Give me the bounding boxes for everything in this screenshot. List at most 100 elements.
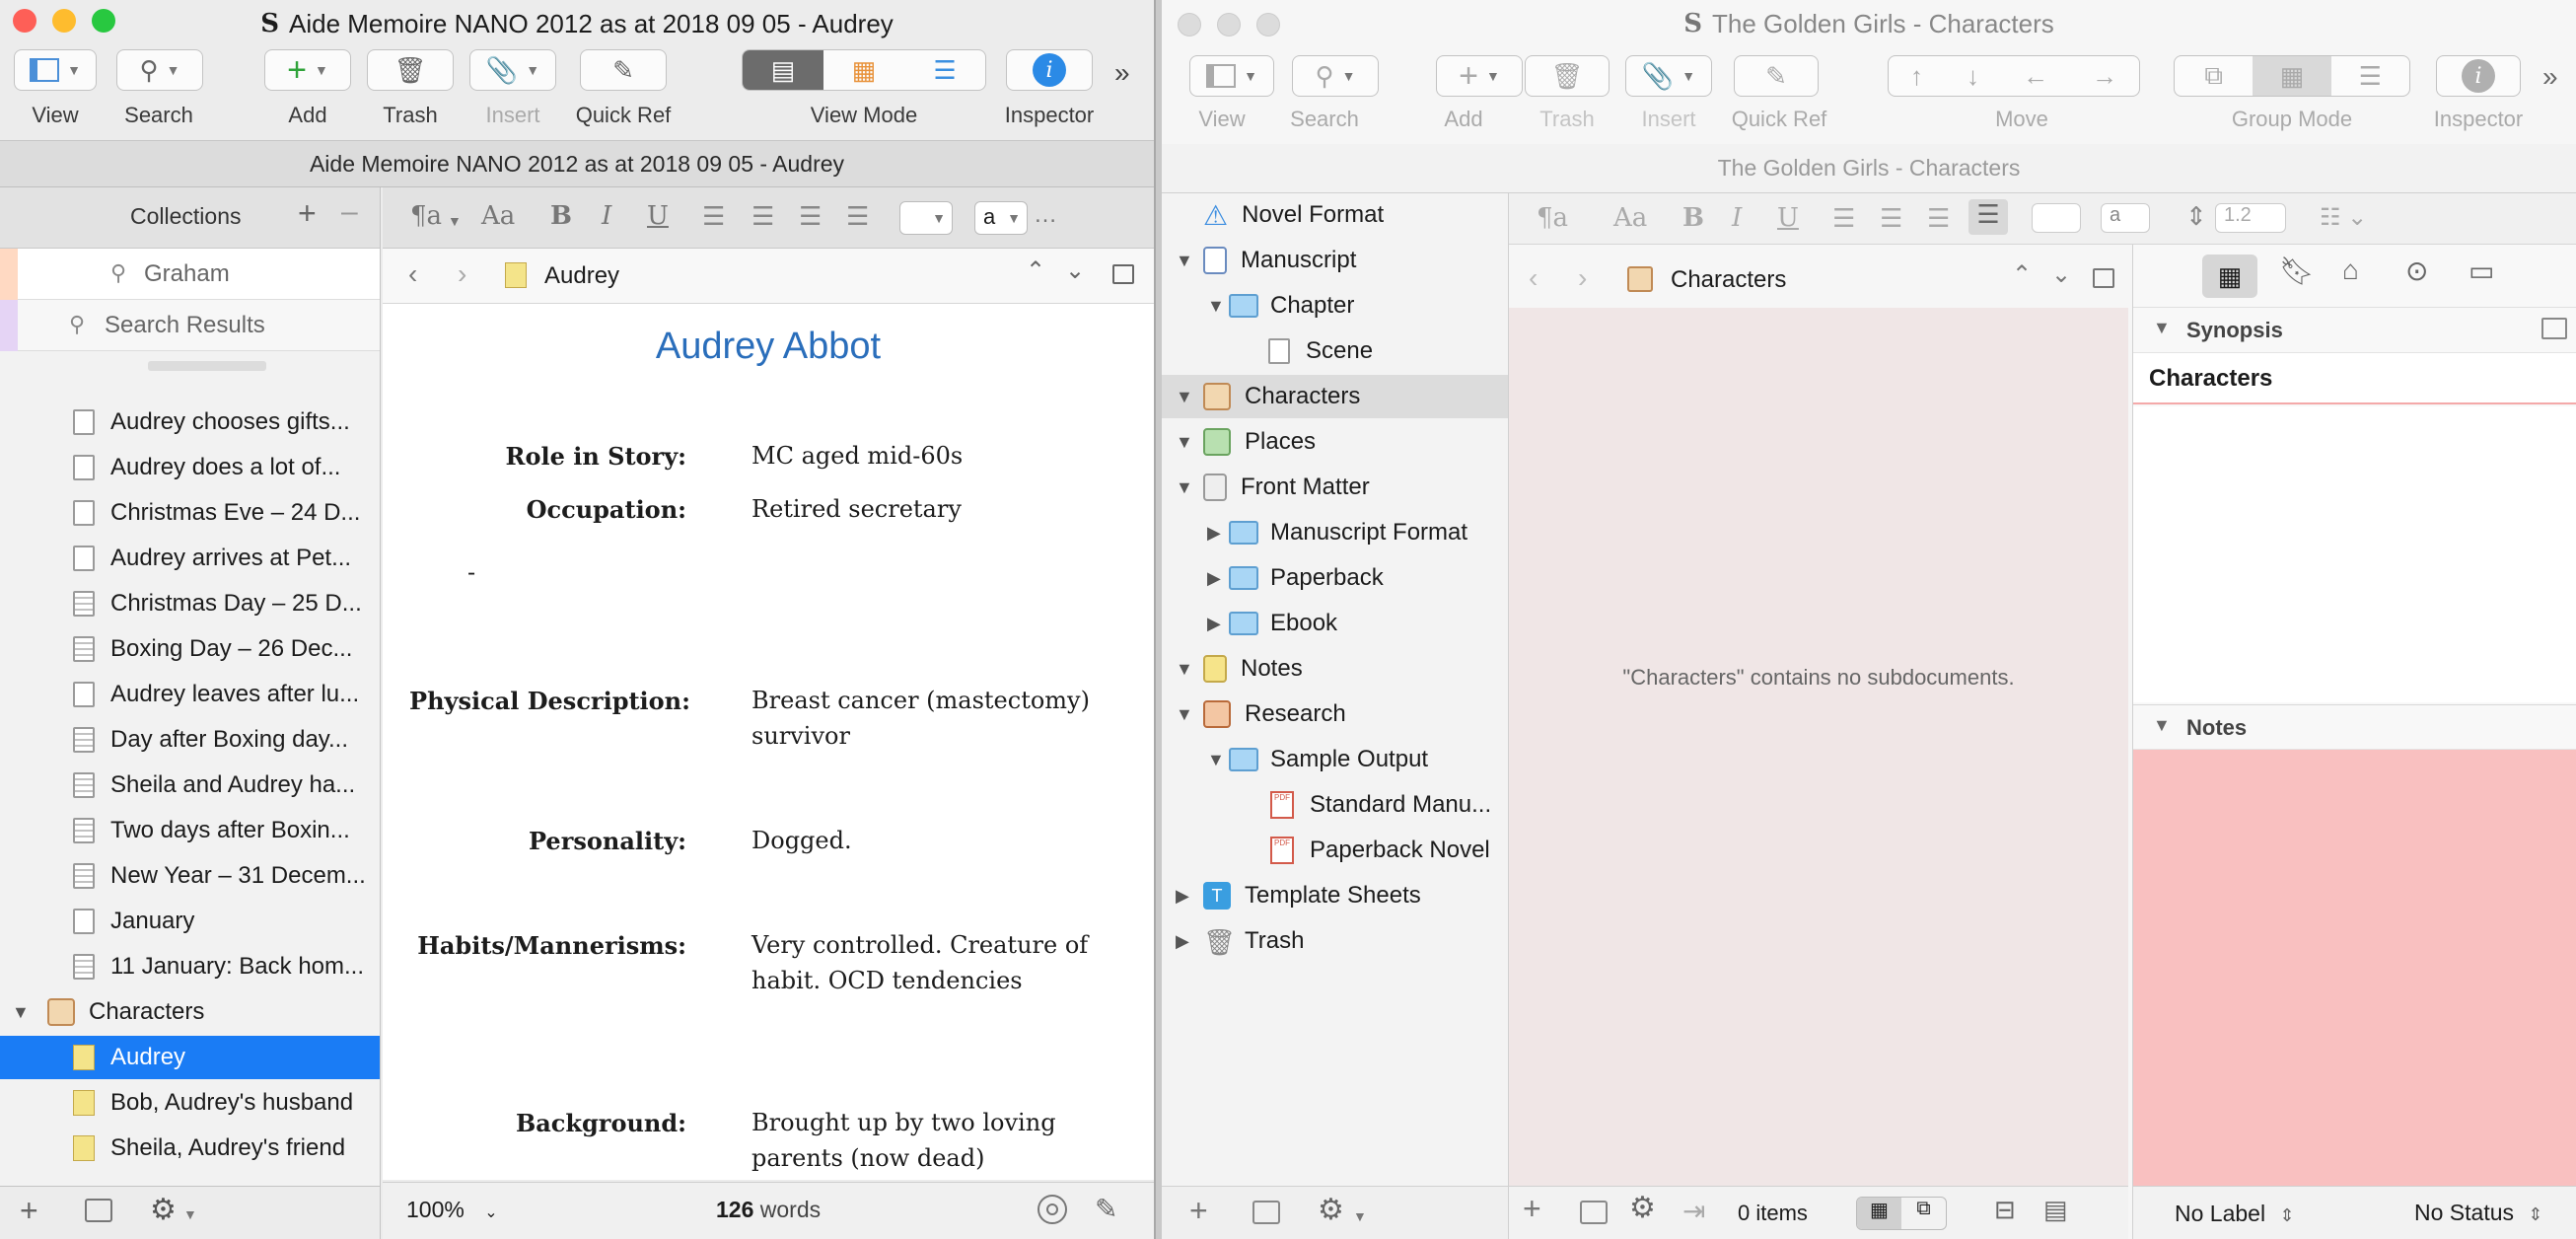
snapshot-camera-icon[interactable]: ⊙ — [2405, 255, 2428, 287]
binder-row[interactable]: New Year – 31 Decem... — [73, 854, 366, 898]
move-down-icon[interactable]: ↓ — [1967, 61, 1979, 92]
notes-header[interactable]: ▼ Notes — [2133, 704, 2576, 750]
add-collection-icon[interactable]: + — [298, 195, 317, 232]
card-grid-icon[interactable]: ▤ — [2043, 1195, 2068, 1225]
remove-collection-icon[interactable]: – — [341, 195, 358, 229]
comments-icon[interactable]: ▭ — [2469, 255, 2494, 287]
forward-arrow-icon[interactable]: › — [1578, 262, 1587, 294]
label-tag-icon[interactable]: ⌂ — [2342, 255, 2359, 286]
view-mode-segmented[interactable]: ▤ ▦ ☰ — [742, 49, 986, 91]
previous-doc-icon[interactable]: ⌃ — [1026, 256, 1045, 285]
move-out-icon[interactable]: ⇥ — [1682, 1195, 1705, 1227]
disclosure-closed-icon[interactable]: ▶ — [1176, 886, 1197, 907]
text-color-select[interactable]: ▼ — [899, 201, 953, 235]
view-button[interactable]: ▼ — [14, 49, 97, 91]
scrivenings-mode-icon[interactable]: ⧉ — [2175, 56, 2253, 96]
binder-row[interactable]: Sheila and Audrey ha... — [73, 764, 355, 807]
disclosure-closed-icon[interactable]: ▶ — [1207, 614, 1229, 634]
binder-row[interactable]: PDF Standard Manu... — [1270, 783, 1491, 827]
fonts-button[interactable]: Aa — [1613, 203, 1647, 233]
align-justify-icon[interactable]: ☰ — [1968, 199, 2008, 235]
add-item-icon[interactable]: + — [20, 1193, 38, 1229]
binder-row[interactable]: Audrey chooses gifts... — [73, 401, 350, 444]
binder-row[interactable]: ▶ Paperback — [1207, 556, 1384, 600]
bold-button[interactable]: B — [550, 201, 572, 231]
add-folder-icon[interactable] — [1252, 1201, 1280, 1224]
image-icon[interactable] — [2541, 318, 2567, 339]
list-icon[interactable]: ☷ ⌄ — [2320, 203, 2367, 232]
minimize-button[interactable] — [1217, 13, 1241, 36]
gear-icon[interactable]: ⚙ — [1629, 1191, 1656, 1225]
scrivenings-mode-icon[interactable]: ▤ — [743, 50, 823, 90]
add-button[interactable]: + ▼ — [1436, 55, 1523, 97]
binder-row[interactable]: ▼ Front Matter — [1176, 466, 1370, 509]
underline-button[interactable]: U — [1777, 203, 1799, 233]
align-center-icon[interactable]: ☰ — [751, 201, 774, 232]
italic-button[interactable]: I — [602, 201, 611, 231]
binder-row[interactable]: ▶ T Template Sheets — [1176, 874, 1421, 917]
binder-row[interactable]: Boxing Day – 26 Dec... — [73, 627, 352, 671]
outliner-mode-icon[interactable]: ☰ — [904, 50, 985, 90]
underline-button[interactable]: U — [647, 201, 669, 231]
binder-row[interactable]: Audrey does a lot of... — [73, 446, 340, 489]
disclosure-open-icon[interactable]: ▼ — [1176, 477, 1197, 498]
align-right-icon[interactable]: ☰ — [799, 201, 822, 232]
align-right-icon[interactable]: ☰ — [1927, 203, 1950, 234]
move-up-icon[interactable]: ↑ — [1910, 61, 1923, 92]
gear-icon[interactable]: ⚙ — [1318, 1193, 1344, 1227]
binder-row[interactable]: Christmas Eve – 24 D... — [73, 491, 360, 535]
disclosure-closed-icon[interactable]: ▶ — [1207, 568, 1229, 589]
disclosure-open-icon[interactable]: ▼ — [1176, 704, 1197, 725]
binder-row[interactable]: Audrey arrives at Pet... — [73, 537, 351, 580]
bookmark-icon[interactable]: 🔖︎ — [2279, 255, 2315, 287]
text-color-select[interactable] — [2032, 203, 2081, 233]
binder-row[interactable]: ▶ 🗑 Trash — [1176, 919, 1304, 963]
disclosure-closed-icon[interactable]: ▶ — [1176, 931, 1197, 952]
group-mode-segmented[interactable]: ⧉ ▦ ☰ — [2174, 55, 2410, 97]
add-folder-icon[interactable] — [85, 1199, 112, 1222]
search-button[interactable]: ⚲ ▼ — [116, 49, 203, 91]
collection-tab-search-results[interactable]: ⚲ Search Results — [0, 300, 380, 351]
binder-row[interactable]: 11 January: Back hom... — [73, 945, 364, 988]
add-folder-icon[interactable] — [1580, 1201, 1608, 1224]
trash-button[interactable]: 🗑 — [1525, 55, 1610, 97]
binder-row[interactable]: ⚠ Novel Format — [1203, 193, 1384, 237]
disclosure-closed-icon[interactable]: ▶ — [1207, 523, 1229, 544]
toolbar-overflow-icon[interactable]: » — [2542, 61, 2558, 93]
more-format-icon[interactable]: … — [1034, 201, 1057, 229]
binder-row[interactable]: PDF Paperback Novel — [1270, 829, 1490, 872]
disclosure-open-icon[interactable]: ▼ — [1176, 432, 1197, 453]
bold-button[interactable]: B — [1682, 203, 1704, 233]
zoom-button[interactable] — [1256, 13, 1280, 36]
disclosure-open-icon[interactable]: ▼ — [1176, 251, 1197, 271]
quick-ref-button[interactable]: ✎ — [580, 49, 667, 91]
align-left-icon[interactable]: ☰ — [702, 201, 725, 232]
align-left-icon[interactable]: ☰ — [1832, 203, 1855, 234]
previous-doc-icon[interactable]: ⌃ — [2012, 260, 2032, 289]
binder-row[interactable]: ▶ Ebook — [1207, 602, 1337, 645]
binder-row[interactable]: Audrey leaves after lu... — [73, 673, 359, 716]
back-arrow-icon[interactable]: ‹ — [1529, 262, 1538, 294]
insert-button[interactable]: 📎 ▼ — [1625, 55, 1712, 97]
back-arrow-icon[interactable]: ‹ — [408, 258, 417, 290]
synopsis-header[interactable]: ▼ Synopsis — [2133, 308, 2576, 353]
insert-button[interactable]: 📎 ▼ — [469, 49, 556, 91]
editor-text[interactable]: Audrey Abbot Role in Story: MC aged mid-… — [383, 304, 1154, 1180]
corkboard-mode-icon[interactable]: ▦ — [823, 50, 904, 90]
italic-button[interactable]: I — [1732, 203, 1742, 233]
minimize-button[interactable] — [52, 9, 76, 33]
close-button[interactable] — [13, 9, 36, 33]
zoom-select[interactable]: 100% ⌄ — [406, 1197, 498, 1223]
line-spacing-stepper[interactable]: 1.2 — [2215, 203, 2286, 233]
split-editor-icon[interactable] — [2093, 268, 2114, 288]
next-doc-icon[interactable]: ⌄ — [2051, 260, 2071, 289]
notes-tab-icon[interactable]: ▦ — [2202, 255, 2257, 298]
corkboard-layout-segmented[interactable]: ▦ ⧉ — [1856, 1197, 1947, 1230]
paragraph-style-button[interactable]: ¶a — [410, 201, 442, 231]
binder-row[interactable]: Sheila, Audrey's friend — [73, 1127, 345, 1170]
highlight-select[interactable]: a ▼ — [974, 201, 1028, 235]
synopsis-title-field[interactable]: Characters — [2133, 353, 2576, 404]
outliner-mode-icon[interactable]: ☰ — [2331, 56, 2409, 96]
collection-tab-graham[interactable]: ⚲ Graham — [0, 249, 380, 300]
binder-row-characters[interactable]: ▼ Characters — [12, 990, 204, 1034]
